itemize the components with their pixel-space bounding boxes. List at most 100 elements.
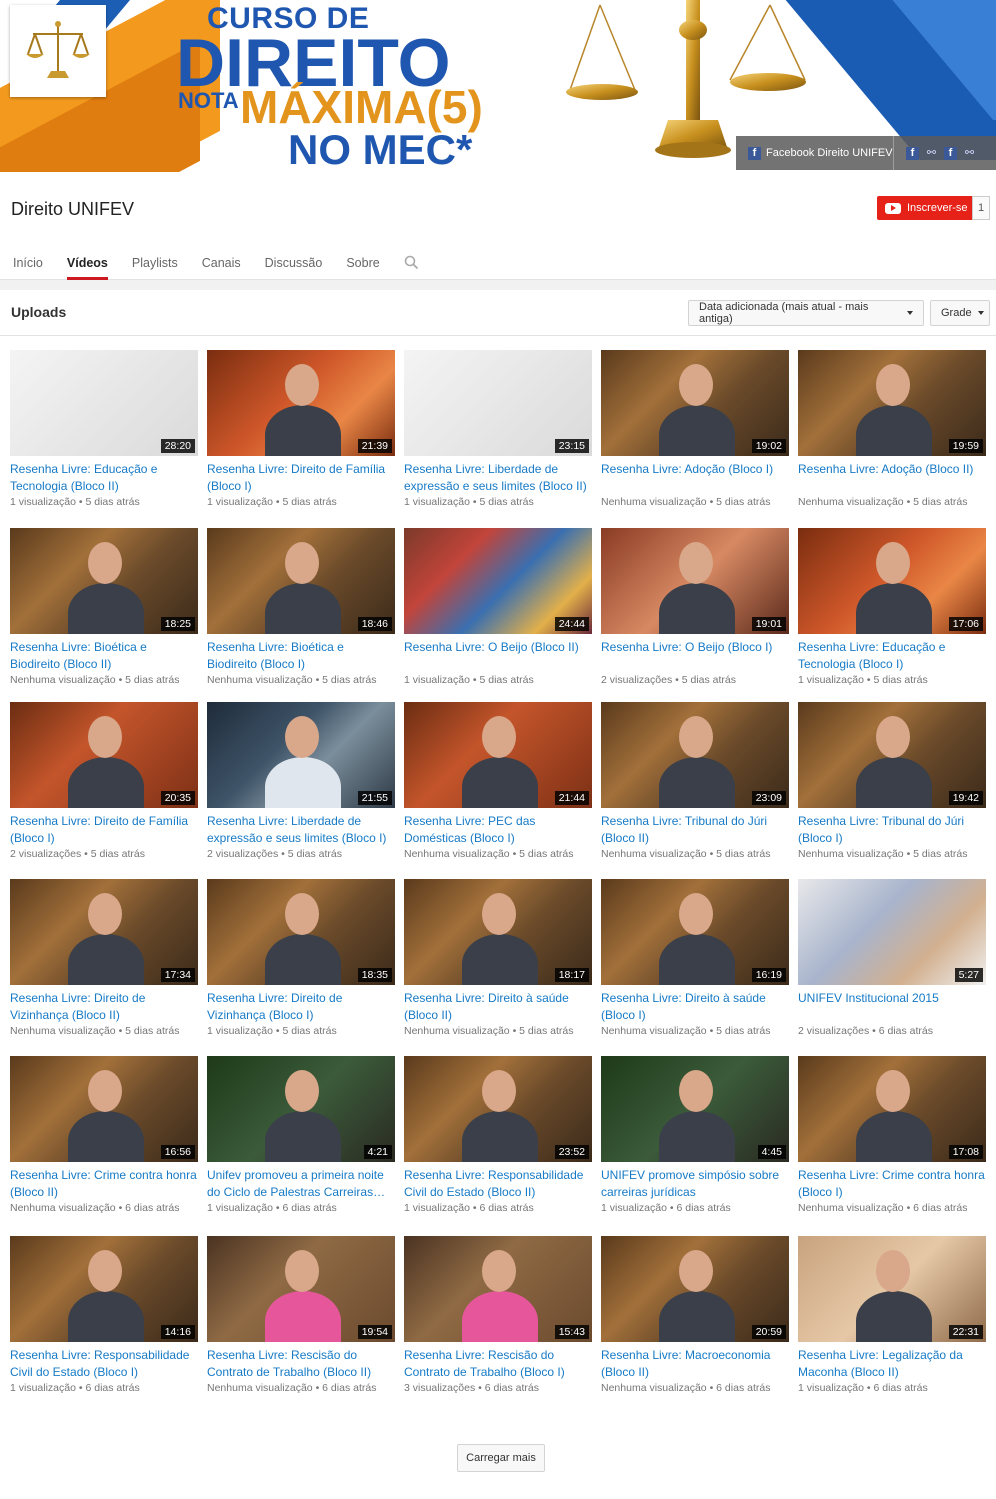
tab-discussao[interactable]: Discussão bbox=[253, 248, 335, 280]
video-card[interactable]: 18:46 Resenha Livre: Bioética e Biodireit… bbox=[207, 528, 395, 686]
video-title[interactable]: Resenha Livre: Rescisão do Contrato de T… bbox=[404, 1347, 592, 1380]
video-title[interactable]: Resenha Livre: Direito de Vizinhança (Bl… bbox=[207, 990, 395, 1023]
video-card[interactable]: 5:27 UNIFEV Institucional 2015 2 visualiza… bbox=[798, 879, 986, 1037]
channel-avatar[interactable] bbox=[10, 5, 106, 97]
channel-title[interactable]: Direito UNIFEV bbox=[11, 199, 134, 220]
video-title[interactable]: Resenha Livre: Liberdade de expressão e … bbox=[404, 461, 592, 494]
video-thumbnail[interactable]: 21:39 bbox=[207, 350, 395, 456]
video-title[interactable]: Resenha Livre: Direito à saúde (Bloco I) bbox=[601, 990, 789, 1023]
video-thumbnail[interactable]: 19:01 bbox=[601, 528, 789, 634]
video-thumbnail[interactable]: 23:52 bbox=[404, 1056, 592, 1162]
video-card[interactable]: 28:20 Resenha Livre: Educação e Tecnologi… bbox=[10, 350, 198, 508]
link-icon[interactable]: ⚯ bbox=[925, 147, 938, 160]
video-thumbnail[interactable]: 15:43 bbox=[404, 1236, 592, 1342]
tab-inicio[interactable]: Início bbox=[0, 248, 55, 280]
video-thumbnail[interactable]: 4:45 bbox=[601, 1056, 789, 1162]
video-card[interactable]: 4:21 Unifev promoveu a primeira noite do … bbox=[207, 1056, 395, 1214]
video-card[interactable]: 16:19 Resenha Livre: Direito à saúde (Blo… bbox=[601, 879, 789, 1037]
video-title[interactable]: Resenha Livre: Tribunal do Júri (Bloco I… bbox=[798, 813, 986, 846]
video-title[interactable]: Unifev promoveu a primeira noite do Cicl… bbox=[207, 1167, 395, 1200]
tab-sobre[interactable]: Sobre bbox=[334, 248, 391, 280]
video-card[interactable]: 19:54 Resenha Livre: Rescisão do Contrato… bbox=[207, 1236, 395, 1394]
video-card[interactable]: 21:39 Resenha Livre: Direito de Família (… bbox=[207, 350, 395, 508]
facebook-icon[interactable]: f bbox=[944, 146, 957, 160]
video-thumbnail[interactable]: 20:59 bbox=[601, 1236, 789, 1342]
video-card[interactable]: 19:01 Resenha Livre: O Beijo (Bloco I) 2 v… bbox=[601, 528, 789, 686]
video-title[interactable]: Resenha Livre: Adoção (Bloco II) bbox=[798, 461, 986, 494]
video-thumbnail[interactable]: 23:09 bbox=[601, 702, 789, 808]
video-card[interactable]: 19:59 Resenha Livre: Adoção (Bloco II) Nen… bbox=[798, 350, 986, 508]
video-thumbnail[interactable]: 19:02 bbox=[601, 350, 789, 456]
video-card[interactable]: 22:31 Resenha Livre: Legalização da Macon… bbox=[798, 1236, 986, 1394]
video-thumbnail[interactable]: 20:35 bbox=[10, 702, 198, 808]
video-card[interactable]: 18:17 Resenha Livre: Direito à saúde (Blo… bbox=[404, 879, 592, 1037]
video-thumbnail[interactable]: 18:17 bbox=[404, 879, 592, 985]
video-card[interactable]: 16:56 Resenha Livre: Crime contra honra (… bbox=[10, 1056, 198, 1214]
video-title[interactable]: Resenha Livre: Direito à saúde (Bloco II… bbox=[404, 990, 592, 1023]
video-title[interactable]: Resenha Livre: Crime contra honra (Bloco… bbox=[798, 1167, 986, 1200]
video-title[interactable]: Resenha Livre: Crime contra honra (Bloco… bbox=[10, 1167, 198, 1200]
video-card[interactable]: 20:35 Resenha Livre: Direito de Família (… bbox=[10, 702, 198, 860]
video-card[interactable]: 23:09 Resenha Livre: Tribunal do Júri (Bl… bbox=[601, 702, 789, 860]
subscribe-button[interactable]: Inscrever-se bbox=[877, 196, 972, 220]
video-thumbnail[interactable]: 17:34 bbox=[10, 879, 198, 985]
link-icon[interactable]: ⚯ bbox=[963, 147, 976, 160]
video-card[interactable]: 18:35 Resenha Livre: Direito de Vizinhanç… bbox=[207, 879, 395, 1037]
video-thumbnail[interactable]: 17:06 bbox=[798, 528, 986, 634]
video-title[interactable]: Resenha Livre: O Beijo (Bloco I) bbox=[601, 639, 789, 672]
channel-search-button[interactable] bbox=[392, 248, 431, 280]
video-card[interactable]: 4:45 UNIFEV promove simpósio sobre carrei… bbox=[601, 1056, 789, 1214]
video-card[interactable]: 18:25 Resenha Livre: Bioética e Biodireit… bbox=[10, 528, 198, 686]
video-thumbnail[interactable]: 19:59 bbox=[798, 350, 986, 456]
video-title[interactable]: Resenha Livre: Legalização da Maconha (B… bbox=[798, 1347, 986, 1380]
video-thumbnail[interactable]: 19:42 bbox=[798, 702, 986, 808]
video-title[interactable]: Resenha Livre: Liberdade de expressão e … bbox=[207, 813, 395, 846]
video-card[interactable]: 19:02 Resenha Livre: Adoção (Bloco I) Nenh… bbox=[601, 350, 789, 508]
video-thumbnail[interactable]: 16:19 bbox=[601, 879, 789, 985]
video-title[interactable]: Resenha Livre: Educação e Tecnologia (Bl… bbox=[798, 639, 986, 672]
video-card[interactable]: 21:44 Resenha Livre: PEC das Domésticas (… bbox=[404, 702, 592, 860]
video-card[interactable]: 23:52 Resenha Livre: Responsabilidade Civ… bbox=[404, 1056, 592, 1214]
video-thumbnail[interactable]: 22:31 bbox=[798, 1236, 986, 1342]
video-title[interactable]: Resenha Livre: Bioética e Biodireito (Bl… bbox=[10, 639, 198, 672]
video-title[interactable]: UNIFEV promove simpósio sobre carreiras … bbox=[601, 1167, 789, 1200]
video-title[interactable]: Resenha Livre: Responsabilidade Civil do… bbox=[10, 1347, 198, 1380]
video-title[interactable]: Resenha Livre: Adoção (Bloco I) bbox=[601, 461, 789, 494]
video-card[interactable]: 15:43 Resenha Livre: Rescisão do Contrato… bbox=[404, 1236, 592, 1394]
view-dropdown[interactable]: Grade bbox=[930, 300, 990, 326]
video-title[interactable]: Resenha Livre: Direito de Família (Bloco… bbox=[10, 813, 198, 846]
tab-videos[interactable]: Vídeos bbox=[55, 248, 120, 280]
video-title[interactable]: Resenha Livre: Bioética e Biodireito (Bl… bbox=[207, 639, 395, 672]
video-thumbnail[interactable]: 24:44 bbox=[404, 528, 592, 634]
video-thumbnail[interactable]: 14:16 bbox=[10, 1236, 198, 1342]
video-title[interactable]: Resenha Livre: PEC das Domésticas (Bloco… bbox=[404, 813, 592, 846]
load-more-button[interactable]: Carregar mais bbox=[457, 1444, 545, 1472]
video-thumbnail[interactable]: 16:56 bbox=[10, 1056, 198, 1162]
video-title[interactable]: Resenha Livre: Direito de Família (Bloco… bbox=[207, 461, 395, 494]
video-thumbnail[interactable]: 5:27 bbox=[798, 879, 986, 985]
video-thumbnail[interactable]: 18:46 bbox=[207, 528, 395, 634]
tab-canais[interactable]: Canais bbox=[190, 248, 253, 280]
video-thumbnail[interactable]: 21:55 bbox=[207, 702, 395, 808]
video-title[interactable]: Resenha Livre: Direito de Vizinhança (Bl… bbox=[10, 990, 198, 1023]
video-card[interactable]: 17:08 Resenha Livre: Crime contra honra (… bbox=[798, 1056, 986, 1214]
video-thumbnail[interactable]: 19:54 bbox=[207, 1236, 395, 1342]
video-thumbnail[interactable]: 23:15 bbox=[404, 350, 592, 456]
video-card[interactable]: 21:55 Resenha Livre: Liberdade de express… bbox=[207, 702, 395, 860]
video-title[interactable]: Resenha Livre: Rescisão do Contrato de T… bbox=[207, 1347, 395, 1380]
tab-playlists[interactable]: Playlists bbox=[120, 248, 190, 280]
video-thumbnail[interactable]: 21:44 bbox=[404, 702, 592, 808]
video-thumbnail[interactable]: 17:08 bbox=[798, 1056, 986, 1162]
video-card[interactable]: 23:15 Resenha Livre: Liberdade de express… bbox=[404, 350, 592, 508]
video-thumbnail[interactable]: 18:25 bbox=[10, 528, 198, 634]
video-title[interactable]: Resenha Livre: Macroeconomia (Bloco II) bbox=[601, 1347, 789, 1380]
video-thumbnail[interactable]: 28:20 bbox=[10, 350, 198, 456]
video-title[interactable]: Resenha Livre: Responsabilidade Civil do… bbox=[404, 1167, 592, 1200]
facebook-link[interactable]: f Facebook Direito UNIFEV bbox=[736, 136, 894, 170]
video-thumbnail[interactable]: 18:35 bbox=[207, 879, 395, 985]
facebook-icon[interactable]: f bbox=[906, 146, 919, 160]
video-card[interactable]: 20:59 Resenha Livre: Macroeconomia (Bloco… bbox=[601, 1236, 789, 1394]
video-title[interactable]: Resenha Livre: Educação e Tecnologia (Bl… bbox=[10, 461, 198, 494]
video-title[interactable]: Resenha Livre: O Beijo (Bloco II) bbox=[404, 639, 592, 672]
video-card[interactable]: 17:34 Resenha Livre: Direito de Vizinhanç… bbox=[10, 879, 198, 1037]
